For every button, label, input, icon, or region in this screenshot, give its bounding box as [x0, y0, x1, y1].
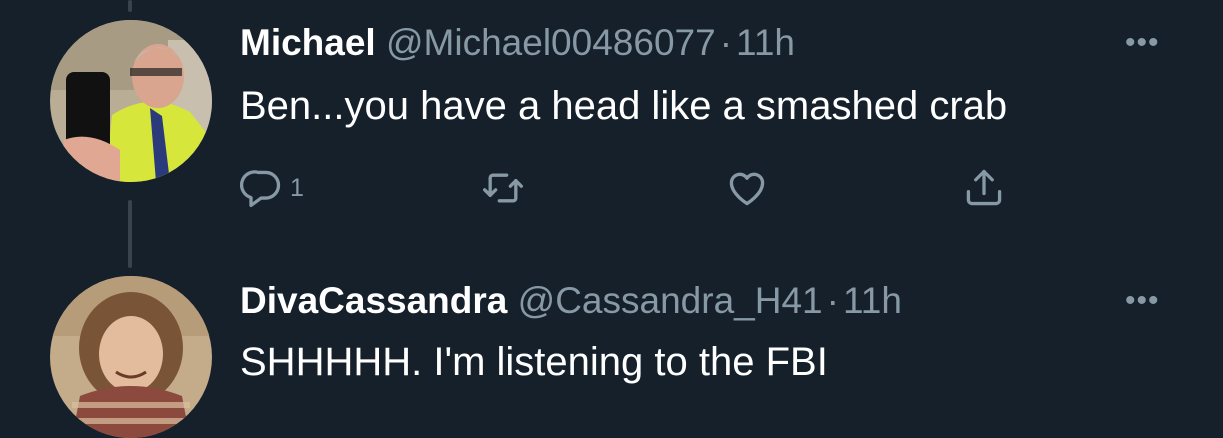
- tweet-text: Ben...you have a head like a smashed cra…: [240, 84, 1008, 128]
- reply-button[interactable]: 1: [240, 166, 304, 210]
- thread-line-top: [128, 0, 132, 12]
- reply-count: 1: [290, 173, 304, 202]
- more-icon[interactable]: •••: [1125, 286, 1160, 316]
- user-handle[interactable]: @Cassandra_H41: [518, 280, 823, 321]
- timestamp[interactable]: 11h: [736, 22, 795, 63]
- reply-icon: [240, 166, 284, 210]
- like-icon: [724, 166, 770, 210]
- user-handle[interactable]: @Michael00486077: [386, 22, 716, 63]
- separator-dot: ·: [826, 280, 839, 321]
- timestamp[interactable]: 11h: [843, 280, 902, 321]
- retweet-icon: [480, 166, 526, 210]
- tweet-text: SHHHHH. I'm listening to the FBI: [240, 340, 828, 384]
- tweet-header: DivaCassandra @Cassandra_H41 · 11h: [240, 282, 902, 319]
- display-name[interactable]: DivaCassandra: [240, 280, 507, 321]
- more-icon[interactable]: •••: [1125, 28, 1160, 58]
- display-name[interactable]: Michael: [240, 22, 376, 63]
- separator-dot: ·: [719, 22, 733, 63]
- tweet-actions: 1: [240, 166, 1040, 210]
- like-button[interactable]: [724, 166, 770, 210]
- retweet-button[interactable]: [480, 166, 526, 210]
- share-icon: [962, 166, 1006, 210]
- tweet-header: Michael @Michael00486077 · 11h: [240, 24, 795, 61]
- share-button[interactable]: [962, 166, 1006, 210]
- avatar-michael[interactable]: [50, 20, 212, 182]
- avatar-divacassandra[interactable]: [50, 276, 212, 438]
- thread-line-middle: [128, 200, 132, 268]
